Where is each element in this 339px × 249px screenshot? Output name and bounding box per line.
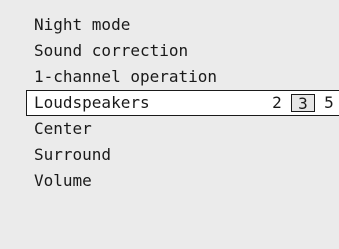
menu-item-1-channel-operation[interactable]: 1-channel operation <box>0 64 339 90</box>
menu-item-surround[interactable]: Surround <box>0 142 339 168</box>
menu-item-night-mode[interactable]: Night mode <box>0 12 339 38</box>
menu-item-label: 1-channel operation <box>34 67 218 86</box>
loudspeakers-option-2[interactable]: 2 <box>267 94 287 112</box>
menu-item-loudspeakers[interactable]: Loudspeakers 2 3 5 <box>26 90 339 116</box>
menu-item-label: Volume <box>34 171 92 190</box>
menu-item-label: Surround <box>34 145 112 164</box>
loudspeakers-option-5[interactable]: 5 <box>319 94 339 112</box>
loudspeakers-option-3-selected[interactable]: 3 <box>291 94 315 113</box>
loudspeakers-options: 2 3 5 <box>267 91 339 115</box>
menu-item-label: Night mode <box>34 15 131 34</box>
menu-item-label: Sound correction <box>34 41 189 60</box>
menu-item-sound-correction[interactable]: Sound correction <box>0 38 339 64</box>
menu-item-label: Center <box>34 119 92 138</box>
settings-menu-panel: Night mode Sound correction 1-channel op… <box>0 0 339 249</box>
settings-menu: Night mode Sound correction 1-channel op… <box>0 12 339 194</box>
menu-item-volume[interactable]: Volume <box>0 168 339 194</box>
menu-item-label: Loudspeakers <box>34 93 150 112</box>
menu-item-center[interactable]: Center <box>0 116 339 142</box>
